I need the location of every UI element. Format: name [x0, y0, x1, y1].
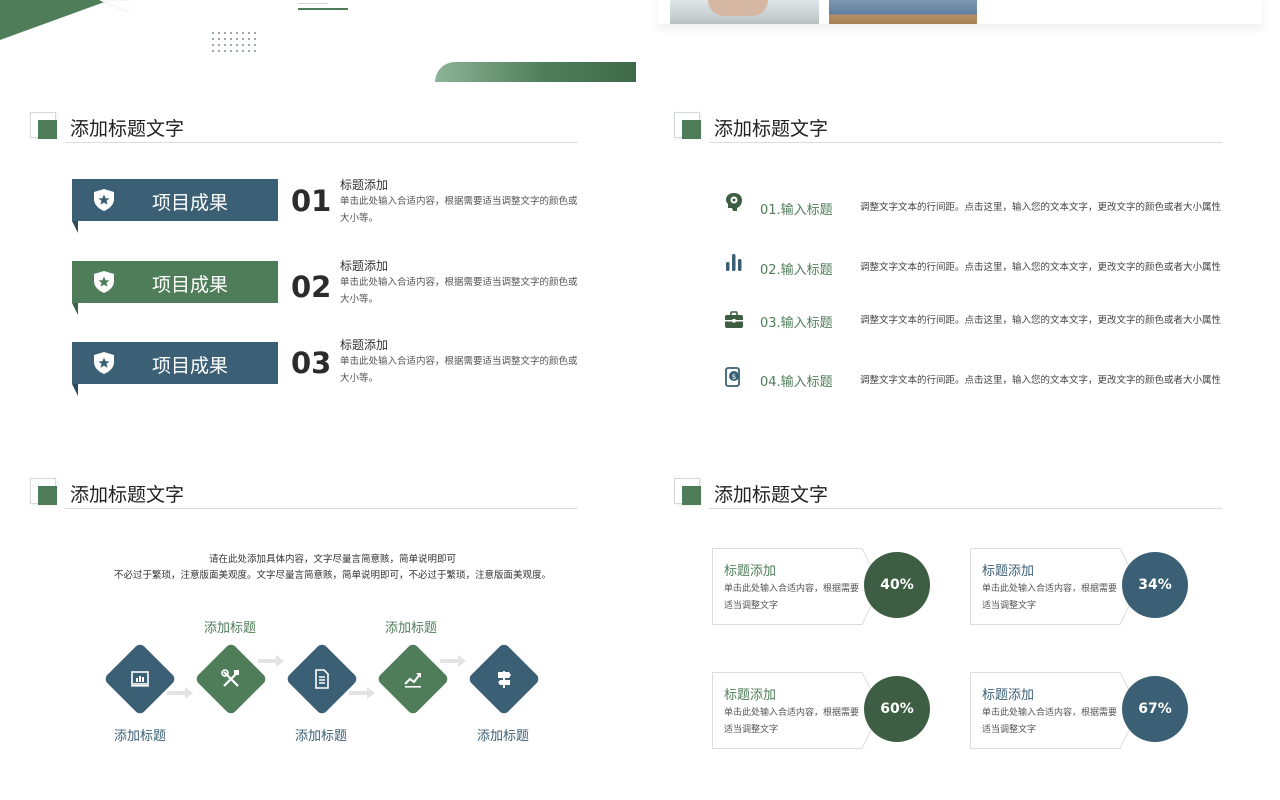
intro-text-line: 请在此处添加具体内容，文字尽量言简意赅，简单说明即可: [208, 554, 456, 565]
percent-badge: 34%: [1122, 552, 1188, 618]
item-description: 单击此处输入合适内容，根据需要适当调整文字的颜色或大小等。: [340, 277, 578, 305]
list-item-description: 调整文字文本的行间距。点击这里，输入您的文本文字，更改文字的颜色或者大小属性: [860, 375, 1222, 386]
tag-label: 项目成果: [152, 192, 229, 214]
chart-board-icon: [131, 671, 149, 687]
divider: [65, 508, 578, 509]
list-item-label: 04.输入标题: [760, 375, 833, 390]
step-label: 添加标题: [203, 621, 256, 636]
percent-badge: 60%: [864, 676, 930, 742]
item-title: 标题添加: [340, 338, 389, 352]
shield-star-icon: [94, 271, 114, 293]
list-item-description: 调整文字文本的行间距。点击这里，输入您的文本文字，更改文字的颜色或者大小属性: [860, 315, 1222, 326]
stat-card: 标题添加 单击此处输入合适内容，根据需要适当调整文字: [970, 548, 1140, 625]
money-phone-icon: $: [725, 367, 740, 387]
list-item-description: 调整文字文本的行间距。点击这里，输入您的文本文字，更改文字的颜色或者大小属性: [860, 202, 1222, 213]
bar-chart-icon: [726, 254, 742, 271]
card-description: 单击此处输入合适内容，根据需要适当调整文字: [724, 708, 860, 735]
card-title: 标题添加: [982, 564, 1035, 579]
signpost-icon: [498, 671, 511, 688]
brain-icon: [726, 193, 742, 211]
tag-label: 项目成果: [152, 355, 229, 377]
tag-label: 项目成果: [152, 274, 229, 296]
section-title: 添加标题文字: [714, 118, 829, 140]
card-description: 单击此处输入合适内容，根据需要适当调整文字: [982, 584, 1118, 611]
list-item-label: 02.输入标题: [760, 263, 833, 278]
shield-star-icon: [94, 189, 114, 211]
result-tag: 项目成果: [72, 342, 278, 396]
step-label: 添加标题: [476, 729, 529, 744]
section-title: 添加标题文字: [70, 118, 185, 140]
list-item-label: 01.输入标题: [760, 203, 833, 218]
divider: [65, 142, 578, 143]
step-label: 添加标题: [384, 621, 437, 636]
item-number: 01: [291, 184, 332, 218]
arrow-icon: [349, 687, 375, 699]
item-title: 标题添加: [340, 259, 389, 273]
section-header: 添加标题文字: [674, 112, 1222, 144]
decorative-line: [298, 3, 328, 4]
item-title: 标题添加: [340, 178, 389, 192]
growth-chart-icon: [404, 673, 421, 688]
item-number: 02: [291, 270, 332, 304]
decorative-corner-shape: [0, 0, 130, 40]
percent-badge: 40%: [864, 552, 930, 618]
arrow-icon: [440, 655, 466, 667]
item-description: 单击此处输入合适内容，根据需要适当调整文字的颜色或大小等。: [340, 196, 578, 224]
divider: [709, 142, 1222, 143]
decorative-dot-grid: [210, 30, 258, 54]
card-title: 标题添加: [724, 564, 777, 579]
arrow-icon: [167, 687, 193, 699]
tools-icon: [221, 669, 239, 687]
list-item-label: 03.输入标题: [760, 316, 833, 331]
stat-card: 标题添加 单击此处输入合适内容，根据需要适当调整文字: [712, 548, 882, 625]
section-header: 添加标题文字: [30, 478, 578, 510]
photo-office-desk: [829, 0, 977, 24]
intro-text-line: 不必过于繁琐，注意版面美观度。文字尽量言简意赅，简单说明即可，不必过于繁琐，注意…: [113, 570, 551, 581]
svg-text:$: $: [732, 373, 736, 381]
item-description: 单击此处输入合适内容，根据需要适当调整文字的颜色或大小等。: [340, 356, 578, 384]
arrow-icon: [258, 655, 284, 667]
result-tag: 项目成果: [72, 179, 278, 233]
section-title: 添加标题文字: [714, 484, 829, 506]
divider: [709, 508, 1222, 509]
step-label: 添加标题: [294, 729, 347, 744]
stat-card: 标题添加 单击此处输入合适内容，根据需要适当调整文字: [970, 672, 1140, 749]
shield-star-icon: [94, 352, 114, 374]
step-label: 添加标题: [113, 729, 166, 744]
card-title: 标题添加: [724, 688, 777, 703]
section-header: 添加标题文字: [30, 112, 578, 144]
briefcase-icon: [725, 311, 743, 328]
document-icon: [315, 669, 329, 689]
list-item-description: 调整文字文本的行间距。点击这里，输入您的文本文字，更改文字的颜色或者大小属性: [860, 262, 1222, 273]
percent-badge: 67%: [1122, 676, 1188, 742]
section-header: 添加标题文字: [674, 478, 1222, 510]
result-tag: 项目成果: [72, 261, 278, 315]
photo-office-hands: [670, 0, 819, 24]
decorative-green-bar: [435, 62, 636, 82]
card-description: 单击此处输入合适内容，根据需要适当调整文字: [982, 708, 1118, 735]
section-title: 添加标题文字: [70, 484, 185, 506]
item-number: 03: [291, 346, 332, 380]
card-description: 单击此处输入合适内容，根据需要适当调整文字: [724, 584, 860, 611]
stat-card: 标题添加 单击此处输入合适内容，根据需要适当调整文字: [712, 672, 882, 749]
decorative-line: [298, 8, 348, 10]
card-title: 标题添加: [982, 688, 1035, 703]
